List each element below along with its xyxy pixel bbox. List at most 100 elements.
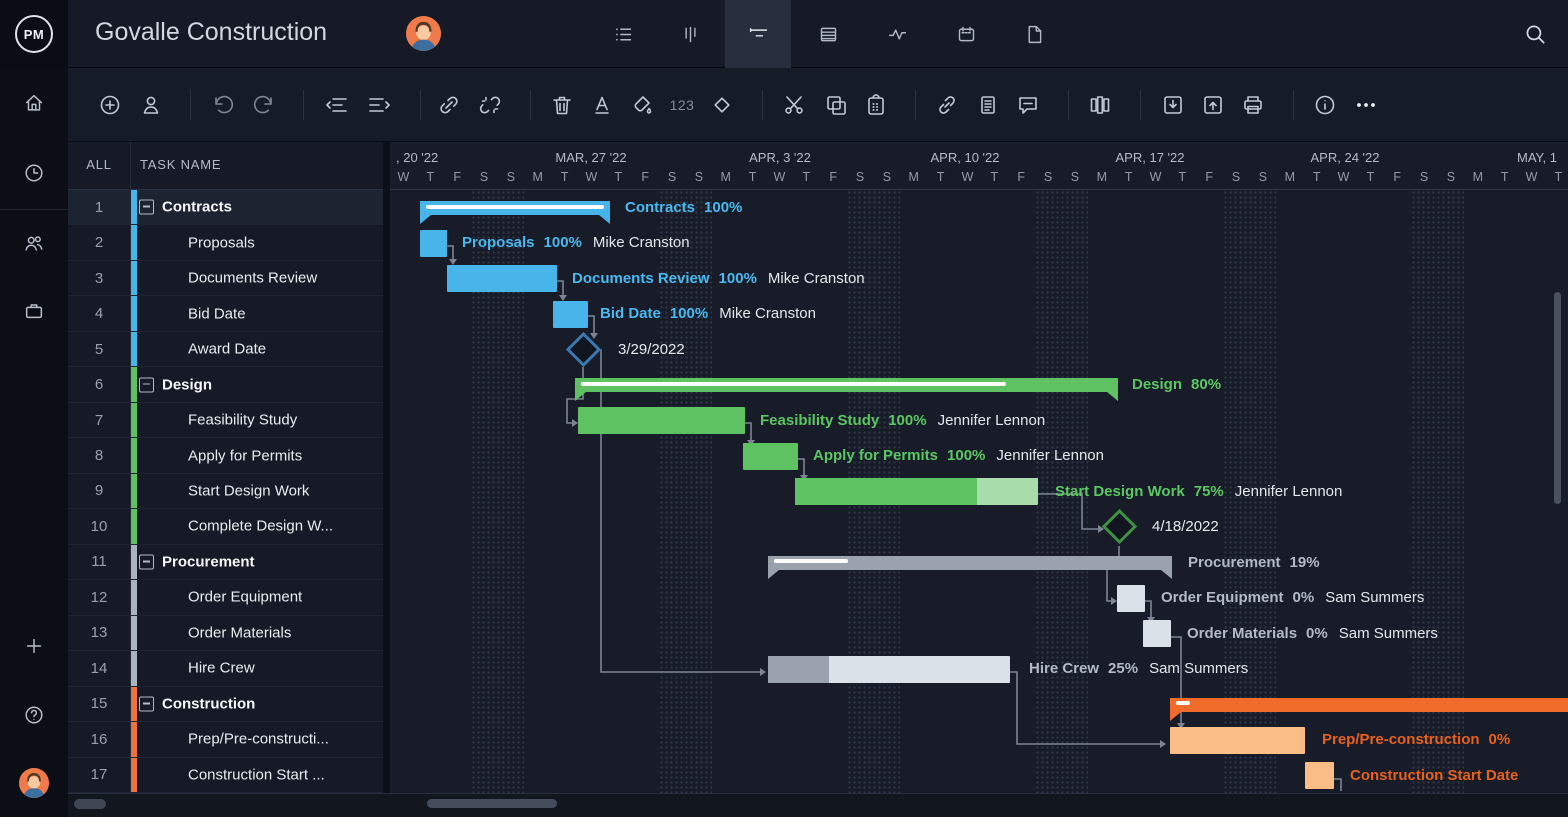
task-name: Feasibility Study — [188, 412, 297, 429]
link-tasks-button[interactable] — [436, 92, 462, 118]
assign-user-button[interactable] — [138, 92, 164, 118]
table-row-11[interactable]: 11Procurement — [68, 545, 383, 580]
paste-button[interactable] — [863, 92, 889, 118]
bar-assignee: Sam Summers — [1339, 625, 1438, 642]
sidebar-item-add[interactable] — [23, 635, 45, 657]
comment-button[interactable] — [1015, 92, 1041, 118]
row-number: 15 — [68, 687, 130, 721]
summary-bar-fill — [1170, 698, 1568, 712]
task-bar-prep-pre-construction[interactable] — [1170, 727, 1305, 754]
summary-progress-line — [774, 559, 848, 563]
table-row-8[interactable]: 8Apply for Permits — [68, 438, 383, 473]
cut-button[interactable] — [781, 92, 807, 118]
table-row-5[interactable]: 5Award Date — [68, 332, 383, 367]
table-row-3[interactable]: 3Documents Review — [68, 261, 383, 296]
task-bar-order-equipment[interactable] — [1117, 585, 1145, 612]
collapse-icon[interactable] — [139, 377, 154, 392]
collapse-icon[interactable] — [139, 200, 154, 215]
search-icon[interactable] — [1522, 21, 1548, 47]
unlink-tasks-button[interactable] — [477, 92, 503, 118]
row-number: 3 — [68, 261, 130, 295]
number-format-button[interactable]: 123 — [669, 92, 695, 118]
table-h-scrollbar[interactable] — [74, 799, 106, 809]
sidebar-item-home[interactable] — [23, 92, 45, 114]
column-header-all[interactable]: ALL — [68, 157, 130, 172]
table-row-6[interactable]: 6Design — [68, 367, 383, 402]
bar-assignee: Mike Cranston — [768, 270, 865, 287]
more-button[interactable] — [1353, 92, 1379, 118]
sidebar-item-portfolio[interactable] — [23, 300, 45, 322]
task-bar-order-materials[interactable] — [1143, 620, 1171, 647]
tab-list-view[interactable] — [590, 0, 656, 68]
table-row-1[interactable]: 1Contracts — [68, 190, 383, 225]
task-bar-documents-review[interactable] — [447, 265, 557, 292]
sidebar-item-time[interactable] — [23, 162, 45, 184]
task-bar-construction-start-date[interactable] — [1305, 762, 1334, 789]
notes-button[interactable] — [975, 92, 1001, 118]
summary-bar-construction[interactable] — [1170, 698, 1568, 721]
copy-button[interactable] — [823, 92, 849, 118]
add-task-button[interactable] — [97, 92, 123, 118]
chart-v-scrollbar[interactable] — [1554, 292, 1561, 504]
undo-button[interactable] — [210, 92, 236, 118]
summary-bar-design[interactable] — [575, 378, 1118, 401]
milestone-date: 4/18/2022 — [1152, 518, 1219, 535]
task-bar-proposals[interactable] — [420, 230, 447, 257]
pm-logo[interactable]: PM — [15, 15, 53, 53]
columns-button[interactable] — [1087, 92, 1113, 118]
sidebar-item-team[interactable] — [23, 232, 45, 254]
summary-notch-right — [1107, 392, 1118, 401]
table-row-17[interactable]: 17Construction Start ... — [68, 758, 383, 793]
table-row-15[interactable]: 15Construction — [68, 687, 383, 722]
chart-h-scrollbar[interactable] — [427, 799, 557, 808]
task-name: Award Date — [188, 341, 266, 358]
summary-bar-procurement[interactable] — [768, 556, 1172, 579]
row-number: 13 — [68, 616, 130, 650]
table-row-16[interactable]: 16Prep/Pre-constructi... — [68, 722, 383, 757]
panel-divider[interactable] — [383, 142, 390, 817]
task-bar-feasibility-study[interactable] — [578, 407, 745, 434]
column-header-task-name[interactable]: TASK NAME — [140, 157, 221, 172]
info-button[interactable] — [1312, 92, 1338, 118]
table-row-9[interactable]: 9Start Design Work — [68, 474, 383, 509]
dependency-line — [798, 459, 804, 475]
dependency-arrowhead — [760, 668, 766, 676]
tab-sheet-view[interactable] — [795, 0, 861, 68]
project-owner-avatar[interactable] — [406, 16, 441, 51]
table-row-10[interactable]: 10Complete Design W... — [68, 509, 383, 544]
delete-button[interactable] — [549, 92, 575, 118]
tab-gantt-view[interactable] — [725, 0, 791, 68]
table-row-13[interactable]: 13Order Materials — [68, 616, 383, 651]
outdent-button[interactable] — [324, 92, 350, 118]
bar-percent: 100% — [947, 447, 985, 464]
print-button[interactable] — [1240, 92, 1266, 118]
import-button[interactable] — [1160, 92, 1186, 118]
sidebar-item-help[interactable] — [23, 704, 45, 726]
summary-bar-contracts[interactable] — [420, 201, 610, 224]
table-row-2[interactable]: 2Proposals — [68, 225, 383, 260]
indent-button[interactable] — [366, 92, 392, 118]
collapse-icon[interactable] — [139, 554, 154, 569]
export-button[interactable] — [1200, 92, 1226, 118]
milestone-button[interactable] — [709, 92, 735, 118]
kanban-view-icon — [680, 24, 701, 45]
table-row-12[interactable]: 12Order Equipment — [68, 580, 383, 615]
collapse-icon[interactable] — [139, 696, 154, 711]
task-bar-bid-date[interactable] — [553, 301, 588, 328]
font-color-button[interactable] — [589, 92, 615, 118]
table-row-7[interactable]: 7Feasibility Study — [68, 403, 383, 438]
fill-color-button[interactable] — [628, 92, 654, 118]
tab-doc-view[interactable] — [1001, 0, 1067, 68]
tab-activity-view[interactable] — [864, 0, 930, 68]
tab-calendar-view[interactable] — [933, 0, 999, 68]
redo-button[interactable] — [251, 92, 277, 118]
table-row-14[interactable]: 14Hire Crew — [68, 651, 383, 686]
summary-progress-line — [426, 205, 604, 209]
user-avatar[interactable] — [19, 768, 49, 798]
task-bar-start-design-work[interactable] — [795, 478, 1038, 505]
task-bar-apply-for-permits[interactable] — [743, 443, 798, 470]
task-bar-hire-crew[interactable] — [768, 656, 1010, 683]
tab-kanban-view[interactable] — [657, 0, 723, 68]
table-row-4[interactable]: 4Bid Date — [68, 296, 383, 331]
attachment-button[interactable] — [934, 92, 960, 118]
